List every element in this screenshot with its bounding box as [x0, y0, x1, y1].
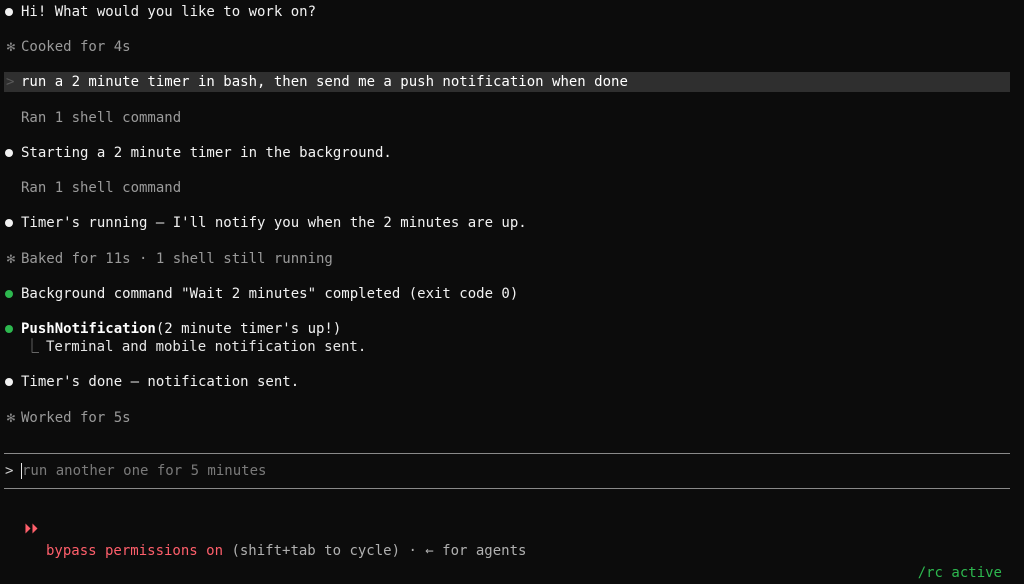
prompt-caret-icon: > [5, 463, 14, 479]
assistant-message-text: Starting a 2 minute timer in the backgro… [21, 145, 392, 161]
user-message: > run a 2 minute timer in bash, then sen… [4, 72, 1010, 92]
assistant-message: Timer's done — notification sent. [0, 371, 299, 393]
assistant-message: Starting a 2 minute timer in the backgro… [0, 142, 392, 164]
assistant-message: Timer's running — I'll notify you when t… [0, 212, 527, 234]
user-message-text: run a 2 minute timer in bash, then send … [21, 74, 628, 90]
success-bullet-icon [5, 325, 13, 333]
tool-call-name: PushNotification [21, 321, 156, 337]
tree-corner-icon: ⎿ [25, 339, 39, 355]
assistant-bullet-icon [5, 149, 13, 157]
tool-summary[interactable]: Ran 1 shell command [0, 177, 181, 199]
assistant-message: Hi! What would you like to work on? [0, 1, 316, 23]
prompt-input[interactable] [19, 461, 1002, 481]
tool-call-result: ⎿ Terminal and mobile notification sent. [0, 336, 366, 358]
tool-summary[interactable]: Ran 1 shell command [0, 107, 181, 129]
status-line: ✻ Worked for 5s [0, 407, 131, 429]
assistant-bullet-icon [5, 8, 13, 16]
prompt-bottom-divider [4, 488, 1010, 489]
assistant-bullet-icon [5, 378, 13, 386]
remote-control-status: /rc active [917, 565, 1002, 581]
assistant-message-text: Timer's running — I'll notify you when t… [21, 215, 527, 231]
prompt-top-divider [4, 453, 1010, 454]
tool-call-result-text: Terminal and mobile notification sent. [46, 339, 367, 355]
tool-summary-text[interactable]: Ran 1 shell command [21, 177, 181, 199]
status-line-text: Baked for 11s · 1 shell still running [21, 251, 333, 267]
mode-arrows-icon: ⏵⏵ [24, 521, 38, 537]
status-line: ✻ Cooked for 4s [0, 36, 131, 58]
status-bar: ⏵⏵ bypass permissions on (shift+tab to c… [0, 496, 1024, 581]
permission-mode-toggle[interactable]: bypass permissions on (shift+tab to cycl… [46, 540, 526, 562]
tool-summary-text[interactable]: Ran 1 shell command [21, 107, 181, 129]
assistant-message-text: Hi! What would you like to work on? [21, 4, 317, 20]
user-caret-icon: > [6, 74, 15, 90]
permission-mode-hint: (shift+tab to cycle) · ← for agents [223, 543, 527, 559]
asterisk-icon: ✻ [6, 410, 16, 426]
tool-call-args: (2 minute timer's up!) [155, 321, 342, 337]
event-message: Background command "Wait 2 minutes" comp… [0, 283, 518, 305]
success-bullet-icon [5, 290, 13, 298]
text-cursor [21, 463, 22, 479]
event-message-text: Background command "Wait 2 minutes" comp… [21, 286, 519, 302]
status-line: ✻ Baked for 11s · 1 shell still running [0, 248, 333, 270]
assistant-message-text: Timer's done — notification sent. [21, 374, 300, 390]
permission-mode-label[interactable]: bypass permissions on [46, 543, 223, 559]
assistant-bullet-icon [5, 219, 13, 227]
asterisk-icon: ✻ [6, 39, 16, 55]
status-line-text: Worked for 5s [21, 410, 131, 426]
asterisk-icon: ✻ [6, 251, 16, 267]
status-line-text: Cooked for 4s [21, 39, 131, 55]
